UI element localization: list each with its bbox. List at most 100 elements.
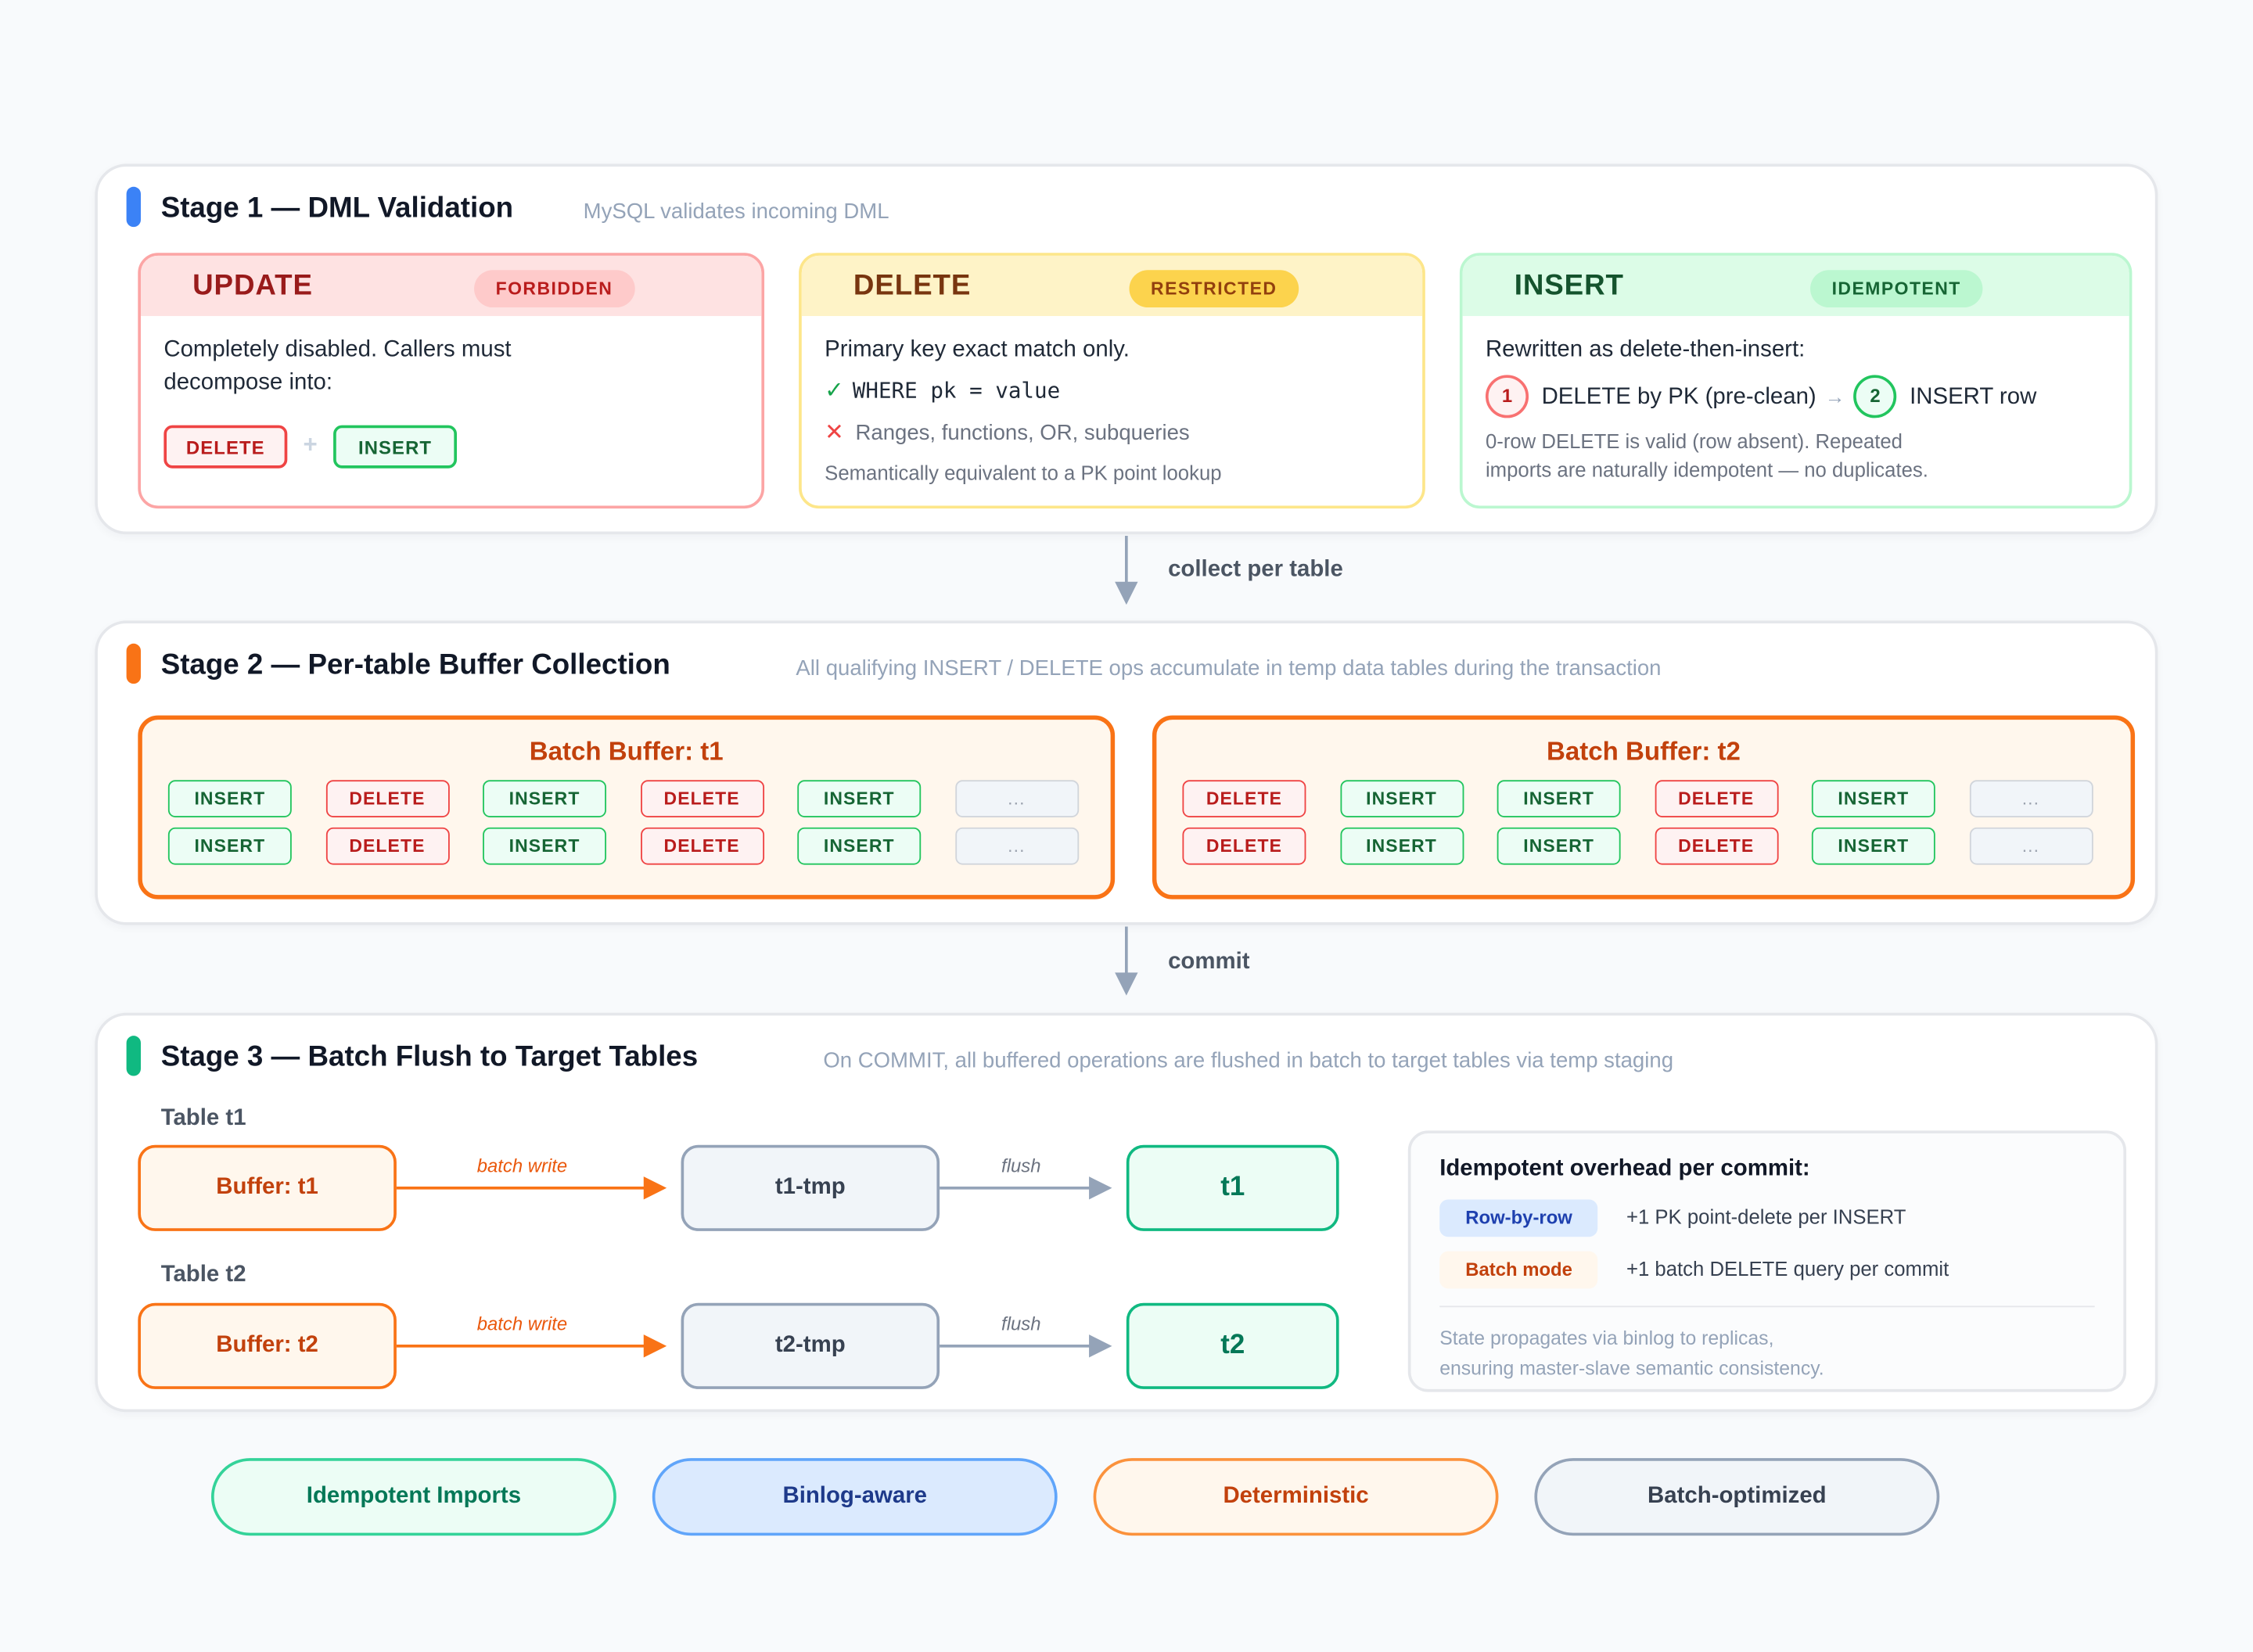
batch-write-label-t2: batch write [476, 1313, 568, 1335]
update-card-body: Completely disabled. Callers must decomp… [163, 333, 738, 399]
insert-note-line1: 0-row DELETE is valid (row absent). Repe… [1485, 429, 1903, 453]
delete-allowed-row: ✓ WHERE pk = value [825, 375, 1400, 408]
t2-tmp-box: t2-tmp [681, 1302, 940, 1389]
stage2-panel: Stage 2 — Per-table Buffer Collection Al… [95, 620, 2158, 925]
buffer-op-ins: INSERT [1497, 780, 1621, 817]
stage2-subtitle: All qualifying INSERT / DELETE ops accum… [796, 656, 1662, 681]
insert-card: INSERT IDEMPOTENT Rewritten as delete-th… [1459, 253, 2133, 509]
delete-note: Semantically equivalent to a PK point lo… [825, 461, 1222, 484]
stage2-title: Stage 2 — Per-table Buffer Collection [160, 649, 670, 681]
stage2-marker [126, 643, 141, 684]
stage3-title: Stage 3 — Batch Flush to Target Tables [160, 1041, 699, 1073]
stage3-panel: Stage 3 — Batch Flush to Target Tables O… [95, 1012, 2158, 1413]
buffer-op-del: DELETE [1182, 780, 1306, 817]
t1-tmp-box: t1-tmp [681, 1144, 940, 1231]
insert-steps: 1 DELETE by PK (pre-clean) → 2 INSERT ro… [1485, 375, 2106, 418]
idempotent-badge: IDEMPOTENT [1810, 270, 1983, 308]
delete-desc: Primary key exact match only. [825, 337, 1130, 362]
forbidden-badge: FORBIDDEN [474, 270, 634, 308]
row-by-row-text: +1 PK point-delete per INSERT [1626, 1205, 1906, 1229]
buffer-op-ins: INSERT [797, 780, 922, 817]
pill-binlog-aware: Binlog-aware [652, 1458, 1058, 1536]
update-desc-line2: decompose into: [163, 370, 332, 396]
delete-card-header: DELETE RESTRICTED [801, 255, 1423, 317]
buffer-op-del: DELETE [640, 780, 764, 817]
buffer-op-ins: INSERT [1811, 827, 1935, 865]
flush-label-t1: flush [1001, 1155, 1041, 1177]
pill-deterministic: Deterministic [1093, 1458, 1499, 1536]
stage1-title: Stage 1 — DML Validation [160, 192, 514, 224]
buffer-t2-title: Batch Buffer: t2 [1546, 737, 1741, 766]
flush-arrow-t1 [940, 1176, 1112, 1200]
overhead-note: State propagates via binlog to replicas,… [1439, 1323, 1824, 1383]
stage1-subtitle: MySQL validates incoming DML [583, 199, 889, 224]
buffer-t2-box: Buffer: t2 [138, 1302, 397, 1389]
buffer-op-ins: INSERT [1811, 780, 1935, 817]
connector2-arrow [1115, 972, 1138, 996]
table-t1-label: Table t1 [160, 1106, 246, 1131]
step2-badge: 2 [1853, 375, 1897, 418]
batch-mode-text: +1 batch DELETE query per commit [1626, 1256, 1949, 1280]
update-card-header: UPDATE FORBIDDEN [140, 255, 762, 317]
connector1-label: collect per table [1168, 557, 1343, 582]
target-t2-box: t2 [1126, 1302, 1339, 1389]
buffer-op-ins: INSERT [167, 827, 292, 865]
delete-card-name: DELETE [853, 270, 972, 302]
buffer-op-del: DELETE [1654, 827, 1778, 865]
buffer-op-more: ... [1968, 780, 2093, 817]
update-decompose-delete-tag: DELETE [163, 425, 288, 469]
table-t2-label: Table t2 [160, 1262, 246, 1287]
flush-arrow-t2 [940, 1334, 1112, 1358]
step1-text: DELETE by PK (pre-clean) [1541, 384, 1816, 409]
batch-write-arrow-t2 [396, 1334, 667, 1358]
diagram-root: Stage 1 — DML Validation MySQL validates… [0, 0, 2253, 1652]
overhead-note-line2: ensuring master-slave semantic consisten… [1439, 1357, 1824, 1380]
pill-batch-optimized: Batch-optimized [1534, 1458, 1940, 1536]
batch-buffer-t2: Batch Buffer: t2 DELETE INSERT INSERT DELET… [1152, 715, 2136, 900]
overhead-box: Idempotent overhead per commit: Row-by-r… [1407, 1130, 2127, 1392]
connector2-line [1124, 926, 1128, 979]
buffer-op-more: ... [954, 780, 1079, 817]
connector1-line [1124, 536, 1128, 588]
buffer-op-ins: INSERT [1339, 827, 1464, 865]
buffer-t1-title: Batch Buffer: t1 [529, 737, 724, 766]
stage3-subtitle: On COMMIT, all buffered operations are f… [823, 1048, 1674, 1073]
buffer-op-del: DELETE [325, 827, 449, 865]
batch-mode-tag: Batch mode [1439, 1251, 1598, 1289]
overhead-divider [1439, 1305, 2095, 1308]
buffer-op-del: DELETE [640, 827, 764, 865]
buffer-op-ins: INSERT [483, 827, 607, 865]
buffer-op-ins: INSERT [483, 780, 607, 817]
delete-allowed-text: WHERE pk = value [852, 378, 1061, 404]
delete-disallowed-text: Ranges, functions, OR, subqueries [855, 421, 1190, 446]
batch-buffer-t1: Batch Buffer: t1 INSERT DELETE INSERT DELET… [138, 715, 1116, 900]
delete-disallowed-row: ✕ Ranges, functions, OR, subqueries [825, 417, 1400, 450]
insert-note: 0-row DELETE is valid (row absent). Repe… [1486, 426, 2106, 483]
buffer-op-ins: INSERT [1497, 827, 1621, 865]
overhead-note-line1: State propagates via binlog to replicas, [1439, 1327, 1774, 1349]
cross-icon: ✕ [825, 421, 844, 446]
buffer-op-more: ... [1968, 827, 2093, 865]
delete-card-body: Primary key exact match only. ✓ WHERE pk … [825, 333, 1400, 487]
step-arrow-icon: → [1824, 384, 1845, 408]
update-card: UPDATE FORBIDDEN Completely disabled. Ca… [138, 253, 765, 509]
buffer-op-del: DELETE [325, 780, 449, 817]
step1-badge: 1 [1485, 375, 1529, 418]
connector2-label: commit [1168, 949, 1250, 975]
buffer-op-del: DELETE [1654, 780, 1778, 817]
buffer-op-more: ... [954, 827, 1079, 865]
pill-idempotent-imports: Idempotent Imports [210, 1458, 616, 1536]
update-decompose-insert-tag: INSERT [333, 425, 458, 469]
batch-write-label-t1: batch write [476, 1155, 568, 1177]
buffer-op-ins: INSERT [797, 827, 922, 865]
buffer-op-ins: INSERT [1339, 780, 1464, 817]
insert-card-body: Rewritten as delete-then-insert: 1 DELET… [1485, 333, 2106, 484]
insert-card-name: INSERT [1514, 270, 1624, 302]
delete-card: DELETE RESTRICTED Primary key exact matc… [799, 253, 1425, 509]
plus-sign: + [303, 430, 318, 458]
overhead-title: Idempotent overhead per commit: [1439, 1156, 1810, 1181]
insert-desc: Rewritten as delete-then-insert: [1485, 337, 1806, 362]
restricted-badge: RESTRICTED [1129, 270, 1299, 308]
flush-label-t2: flush [1001, 1313, 1041, 1335]
connector1-arrow [1115, 581, 1138, 605]
